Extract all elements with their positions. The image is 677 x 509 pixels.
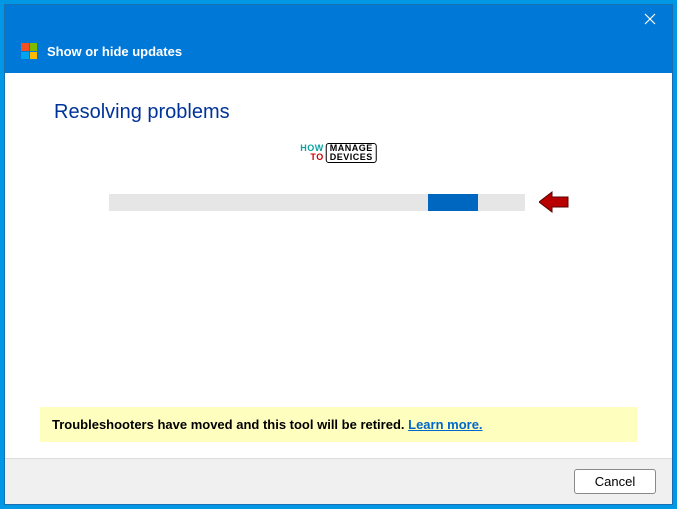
progress-indicator <box>428 194 478 211</box>
troubleshooter-window: Show or hide updates Resolving problems … <box>4 4 673 505</box>
content-area: Resolving problems HOW TO MANAGE DEVICES… <box>5 73 672 458</box>
watermark-logo: HOW TO MANAGE DEVICES <box>300 143 377 163</box>
watermark-devices: DEVICES <box>330 153 373 162</box>
notice-banner: Troubleshooters have moved and this tool… <box>40 407 637 442</box>
window-title: Show or hide updates <box>47 44 182 59</box>
watermark-to: TO <box>310 153 323 162</box>
footer: Cancel <box>5 458 672 504</box>
titlebar: Show or hide updates <box>5 5 672 73</box>
cancel-button[interactable]: Cancel <box>574 469 656 494</box>
arrow-left-icon <box>539 191 569 213</box>
windows-logo-icon <box>21 43 37 59</box>
notice-text: Troubleshooters have moved and this tool… <box>52 417 408 432</box>
progress-bar <box>109 194 525 211</box>
close-button[interactable] <box>627 5 672 33</box>
page-heading: Resolving problems <box>54 101 637 124</box>
learn-more-link[interactable]: Learn more. <box>408 417 482 432</box>
close-icon <box>644 13 656 25</box>
